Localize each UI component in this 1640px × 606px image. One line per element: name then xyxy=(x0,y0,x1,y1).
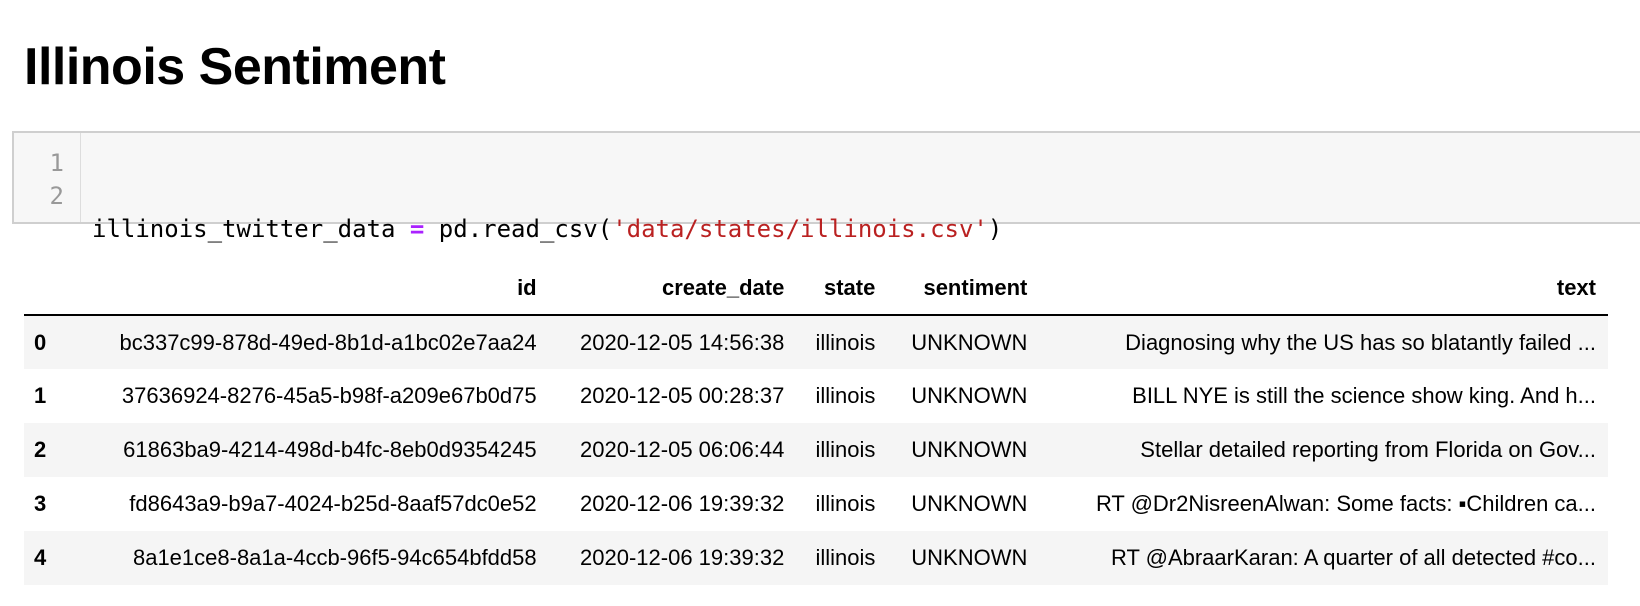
table-cell: 2020-12-06 19:39:32 xyxy=(580,545,785,570)
table-row: 1 37636924-8276-45a5-b98f-a209e67b0d75 202… xyxy=(24,369,1608,423)
table-cell: BILL NYE is still the science show king.… xyxy=(1132,383,1596,408)
code-string: 'data/states/illinois.csv' xyxy=(612,215,988,243)
table-cell: UNKNOWN xyxy=(911,383,1028,408)
table-row: 2 61863ba9-4214-498d-b4fc-8eb0d9354245 202… xyxy=(24,423,1608,477)
table-cell: bc337c99-878d-49ed-8b1d-a1bc02e7aa24 xyxy=(119,329,537,355)
column-header: id xyxy=(70,262,549,316)
code-line-1: illinois_twitter_data = pd.read_csv('dat… xyxy=(92,213,1002,246)
table-cell: 2020-12-05 00:28:37 xyxy=(580,383,785,408)
table-cell: 2020-12-05 14:56:38 xyxy=(580,329,785,355)
dataframe-output: id create_date state sentiment text 0 bc337c9… xyxy=(24,262,1608,585)
code-token: pd.read_csv( xyxy=(424,215,613,243)
table-row: 3 fd8643a9-b9a7-4024-b25d-8aaf57dc0e52 202… xyxy=(24,477,1608,531)
notebook-heading: Illinois Sentiment xyxy=(24,38,446,96)
line-number: 2 xyxy=(49,182,64,210)
table-cell: UNKNOWN xyxy=(911,491,1028,516)
row-index: 2 xyxy=(34,437,47,462)
table-cell: UNKNOWN xyxy=(911,545,1028,570)
row-index: 1 xyxy=(34,383,47,408)
table-body: 0 bc337c99-878d-49ed-8b1d-a1bc02e7aa24 202… xyxy=(24,315,1608,585)
table-cell: Stellar detailed reporting from Florida … xyxy=(1140,437,1596,462)
column-header: sentiment xyxy=(887,262,1040,316)
table-cell: 37636924-8276-45a5-b98f-a209e67b0d75 xyxy=(121,383,537,408)
code-token: ) xyxy=(987,215,1003,243)
table-cell: illinois xyxy=(815,545,876,570)
table-cell: fd8643a9-b9a7-4024-b25d-8aaf57dc0e52 xyxy=(129,491,537,516)
table-cell: RT @Dr2NisreenAlwan: Some facts: ▪Childr… xyxy=(1095,491,1596,516)
table-cell: UNKNOWN xyxy=(911,329,1028,355)
row-index: 3 xyxy=(34,491,47,516)
column-header: text xyxy=(1039,262,1608,316)
line-number: 1 xyxy=(49,149,64,177)
table-row: 4 8a1e1ce8-8a1a-4ccb-96f5-94c654bfdd58 202… xyxy=(24,531,1608,585)
column-header: state xyxy=(796,262,888,316)
code-operator: = xyxy=(409,215,425,243)
code-token: illinois_twitter_data xyxy=(92,215,410,243)
table-cell: illinois xyxy=(815,437,876,462)
table-cell: illinois xyxy=(815,491,876,516)
table-cell: UNKNOWN xyxy=(911,437,1028,462)
line-number-gutter: 1 2 xyxy=(14,133,81,222)
table-cell: 61863ba9-4214-498d-b4fc-8eb0d9354245 xyxy=(123,437,537,462)
table-cell: illinois xyxy=(815,383,876,408)
table-cell: 8a1e1ce8-8a1a-4ccb-96f5-94c654bfdd58 xyxy=(132,545,537,570)
code-cell[interactable]: 1 2 illinois_twitter_data = pd.read_csv(… xyxy=(12,131,1640,342)
column-header: create_date xyxy=(548,262,797,316)
table-header-row: id create_date state sentiment text xyxy=(24,262,1608,316)
row-index: 4 xyxy=(34,545,47,570)
table-row: 0 bc337c99-878d-49ed-8b1d-a1bc02e7aa24 202… xyxy=(24,315,1608,369)
row-index: 0 xyxy=(34,329,47,355)
table-cell: 2020-12-05 06:06:44 xyxy=(580,437,785,462)
table-cell: Diagnosing why the US has so blatantly f… xyxy=(1125,329,1596,355)
index-header xyxy=(24,262,70,316)
table-cell: illinois xyxy=(815,329,876,355)
table-cell: RT @AbraarKaran: A quarter of all detect… xyxy=(1110,545,1596,570)
table-cell: 2020-12-06 19:39:32 xyxy=(580,491,785,516)
code-editor[interactable]: illinois_twitter_data = pd.read_csv('dat… xyxy=(81,133,1002,342)
